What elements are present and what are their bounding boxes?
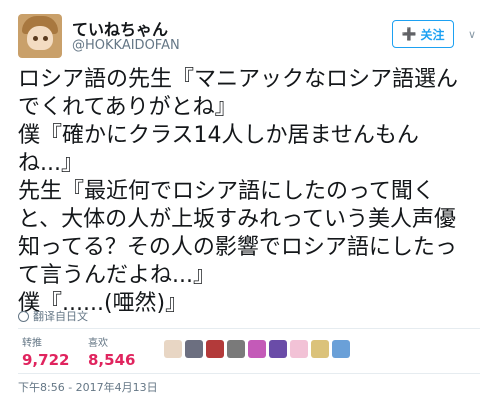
avatar-face <box>27 26 53 50</box>
liker-avatar[interactable] <box>164 340 182 358</box>
tweet-header: ていねちゃん @HOKKAIDOFAN ➕ 关注 ∨ <box>18 14 488 58</box>
divider <box>18 373 480 374</box>
tweet-line: ロシア語の先生『マニアックなロシア語選ん <box>18 67 459 92</box>
display-name[interactable]: ていねちゃん <box>72 16 168 40</box>
user-handle[interactable]: @HOKKAIDOFAN <box>72 38 180 53</box>
avatar-eye <box>43 36 48 41</box>
chevron-down-icon[interactable]: ∨ <box>468 28 476 41</box>
tweet-line: 僕『確かにクラス14人しか居ませんもん <box>18 123 419 148</box>
liker-avatar[interactable] <box>269 340 287 358</box>
follow-button-label: 关注 <box>420 27 445 42</box>
retweet-count[interactable]: 转推 9,722 <box>22 334 69 369</box>
tweet-line: と、大体の人が上坂すみれっていう美人声優 <box>18 207 457 232</box>
translate-label: 翻译自日文 <box>33 310 88 323</box>
tweet-line: 先生『最近何でロシア語にしたのって聞く <box>18 179 435 204</box>
tweet-line: 知ってる？その人の影響でロシア語にしたっ <box>18 235 457 260</box>
liker-avatar[interactable] <box>248 340 266 358</box>
retweet-label: 转推 <box>22 338 42 349</box>
tweet-line: ね...』 <box>18 151 83 176</box>
like-label: 喜欢 <box>88 338 108 349</box>
liker-avatar[interactable] <box>332 340 350 358</box>
tweet-line: 僕『......(唖然)』 <box>18 291 188 316</box>
add-user-icon: ➕ <box>401 27 417 41</box>
liker-avatar[interactable] <box>227 340 245 358</box>
like-count[interactable]: 喜欢 8,546 <box>88 334 135 369</box>
avatar[interactable] <box>18 14 62 58</box>
liker-avatars <box>164 340 350 358</box>
tweet-line: て言うんだよね...』 <box>18 263 215 288</box>
follow-button[interactable]: ➕ 关注 <box>392 20 454 48</box>
liker-avatar[interactable] <box>206 340 224 358</box>
tweet-line: でくれてありがとね』 <box>18 95 237 120</box>
retweet-value: 9,722 <box>22 351 70 369</box>
liker-avatar[interactable] <box>311 340 329 358</box>
liker-avatar[interactable] <box>290 340 308 358</box>
translate-link[interactable]: 翻译自日文 <box>18 308 88 324</box>
liker-avatar[interactable] <box>185 340 203 358</box>
tweet-text: ロシア語の先生『マニアックなロシア語選ん でくれてありがとね』 僕『確かにクラス… <box>18 66 488 318</box>
timestamp[interactable]: 下午8:56 - 2017年4月13日 <box>18 379 158 395</box>
globe-icon <box>18 310 29 322</box>
divider <box>18 328 480 329</box>
like-value: 8,546 <box>88 351 136 369</box>
avatar-eye <box>33 36 38 41</box>
